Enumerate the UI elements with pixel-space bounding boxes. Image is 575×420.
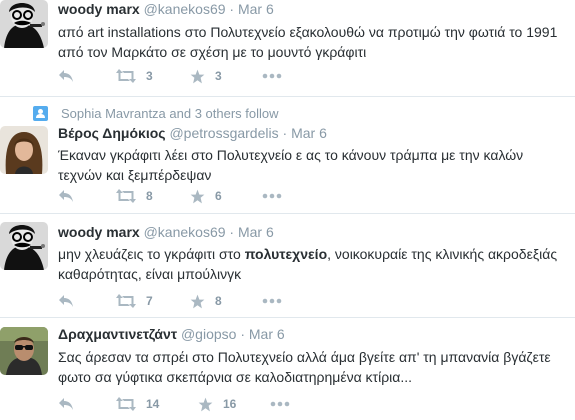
author-handle[interactable]: @petrossgardelis [169,125,278,141]
separator-dot: · [229,1,235,17]
tweet-timestamp[interactable]: Mar 6 [249,326,285,342]
more-dots-icon [262,298,282,304]
retweet-count: 8 [146,189,153,203]
tweet-timestamp[interactable]: Mar 6 [291,125,327,141]
favorite-count: 8 [215,294,222,308]
favorite-button[interactable]: 3 [190,69,262,84]
more-options-button[interactable] [262,298,282,304]
star-icon [190,294,205,308]
retweet-icon [116,294,136,308]
reply-icon [59,295,73,307]
person-icon [33,106,48,121]
search-highlight: πολυτεχνείο [244,246,328,262]
favorite-count: 16 [223,397,237,411]
favorite-count: 6 [215,189,222,203]
mustache-man-avatar-icon [0,0,48,48]
tweet-actions: 8 6 [58,186,282,206]
reply-button[interactable] [58,189,116,203]
tweet-text: Έκαναν γκράφιτι λέει στο Πολυτεχνείο ε α… [58,147,524,183]
retweet-count: 14 [146,397,160,411]
retweet-button[interactable]: 3 [116,69,190,83]
retweet-icon [116,69,136,83]
retweet-button[interactable]: 14 [116,397,198,411]
separator-dot: · [240,326,245,342]
more-dots-icon [262,193,282,199]
avatar[interactable] [0,222,48,270]
more-dots-icon [270,401,290,407]
woman-avatar-icon [0,126,48,174]
retweet-icon [116,189,136,203]
avatar[interactable] [0,0,48,48]
tweet-text: από art installations στο Πολυτεχνείο εξ… [58,24,558,60]
tweet-text: μην χλευάζεις το γκράφιτι στο πολυτεχνεί… [58,244,567,284]
reply-button[interactable] [58,69,116,83]
avatar[interactable] [0,327,48,375]
star-icon [190,189,205,203]
author-handle[interactable]: @kanekos69 [144,1,226,17]
author-handle[interactable]: @giopso [181,326,236,342]
separator-dot: · [282,125,288,141]
reply-button[interactable] [58,294,116,308]
more-options-button[interactable] [262,193,282,199]
tweet-header: woody marx @kanekos69 · Mar 6 [58,223,567,241]
favorite-button[interactable]: 6 [190,189,262,204]
follow-context: Sophia Mavrantza and 3 others follow [33,106,279,121]
favorite-button[interactable]: 16 [198,397,270,412]
man-sunglasses-avatar-icon [0,327,48,375]
tweet-timeline: woody marx @kanekos69 · Mar 6 από art in… [0,0,575,420]
tweet[interactable]: woody marx @kanekos69 · Mar 6 μην χλευάζ… [0,214,575,318]
follow-context-text[interactable]: Sophia Mavrantza and 3 others follow [61,106,279,121]
star-icon [198,397,213,411]
separator-dot: · [229,224,235,240]
tweet-header: Δραχμαντινετζάντ @giopso · Mar 6 [58,325,567,343]
retweet-count: 7 [146,294,153,308]
reply-button[interactable] [58,397,116,411]
favorite-button[interactable]: 8 [190,294,262,309]
more-options-button[interactable] [270,401,290,407]
author-name[interactable]: woody marx [58,1,140,17]
retweet-button[interactable]: 8 [116,189,190,203]
tweet-header: Βέρος Δημόκιος @petrossgardelis · Mar 6 [58,124,567,142]
tweet[interactable]: Δραχμαντινετζάντ @giopso · Mar 6 Σας άρε… [0,318,575,420]
tweet[interactable]: Sophia Mavrantza and 3 others follow Βέρ… [0,97,575,214]
avatar[interactable] [0,126,48,174]
tweet-timestamp[interactable]: Mar 6 [238,1,274,17]
author-name[interactable]: woody marx [58,224,140,240]
retweet-icon [116,397,136,411]
retweet-button[interactable]: 7 [116,294,190,308]
reply-icon [59,398,73,410]
tweet-timestamp[interactable]: Mar 6 [238,224,274,240]
mustache-man-avatar-icon [0,222,48,270]
tweet-text: Σας άρεσαν τα σπρέι στο Πολυτεχνείο αλλά… [58,349,551,385]
more-options-button[interactable] [262,73,282,79]
retweet-count: 3 [146,69,153,83]
tweet-actions: 14 16 [58,394,290,414]
author-name[interactable]: Βέρος Δημόκιος [58,125,166,141]
tweet-actions: 3 3 [58,66,282,86]
reply-icon [59,190,73,202]
tweet-actions: 7 8 [58,291,282,311]
more-dots-icon [262,73,282,79]
tweet-text-part: μην χλευάζεις το γκράφιτι στο [58,246,245,262]
tweet[interactable]: woody marx @kanekos69 · Mar 6 από art in… [0,0,575,97]
author-handle[interactable]: @kanekos69 [144,224,226,240]
star-icon [190,69,205,83]
favorite-count: 3 [215,69,222,83]
author-name[interactable]: Δραχμαντινετζάντ [58,326,177,342]
reply-icon [59,70,73,82]
tweet-header: woody marx @kanekos69 · Mar 6 [58,0,567,18]
